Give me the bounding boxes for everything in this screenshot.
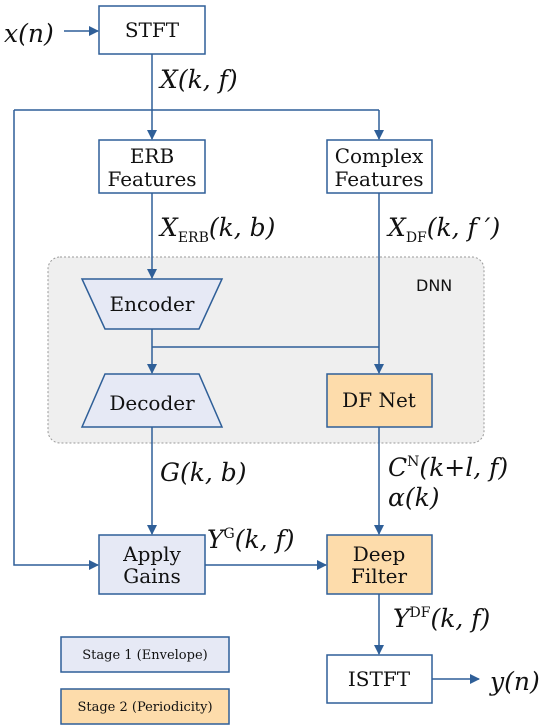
signal-alpha: α(k) xyxy=(388,483,440,512)
signal-gains: G(k, b) xyxy=(160,458,247,487)
decoder-block: Decoder xyxy=(80,373,224,428)
svg-text:Encoder: Encoder xyxy=(110,292,195,316)
istft-block: ISTFT xyxy=(326,654,433,704)
deepfilternet-diagram: DNN STFT ERB Features Complex Features E… xyxy=(4,5,540,725)
encoder-block: Encoder xyxy=(80,278,224,330)
signal-spectrum: X(k, f) xyxy=(158,65,238,94)
signal-coefs: CN(k+l, f) xyxy=(388,453,508,482)
svg-text:Apply: Apply xyxy=(122,542,181,566)
svg-text:DF Net: DF Net xyxy=(342,388,416,412)
complex-features-block: Complex Features xyxy=(326,139,433,194)
signal-x-erb: XERB(k, b) xyxy=(158,213,275,246)
stft-block: STFT xyxy=(98,5,206,55)
svg-text:Gains: Gains xyxy=(123,564,180,588)
svg-text:ISTFT: ISTFT xyxy=(348,667,411,691)
signal-x-df: XDF(k, f ′) xyxy=(386,213,500,246)
svg-text:Decoder: Decoder xyxy=(109,391,195,415)
svg-text:Stage 2 (Periodicity): Stage 2 (Periodicity) xyxy=(77,700,212,715)
signal-input: x(n) xyxy=(4,19,54,48)
legend-stage1: Stage 1 (Envelope) xyxy=(60,636,230,673)
svg-text:STFT: STFT xyxy=(125,18,180,42)
svg-text:ERB: ERB xyxy=(130,144,174,168)
svg-text:Complex: Complex xyxy=(335,144,424,168)
deep-filter-block: Deep Filter xyxy=(326,534,433,595)
signal-output: y(n) xyxy=(489,667,540,696)
svg-text:Stage 1 (Envelope): Stage 1 (Envelope) xyxy=(82,648,207,663)
apply-gains-block: Apply Gains xyxy=(98,534,206,595)
svg-text:Deep: Deep xyxy=(353,542,406,566)
svg-text:Features: Features xyxy=(107,167,196,191)
signal-y-g: YG(k, f) xyxy=(207,525,295,554)
legend-stage2: Stage 2 (Periodicity) xyxy=(60,688,230,725)
svg-text:Features: Features xyxy=(334,167,423,191)
svg-text:Filter: Filter xyxy=(351,564,408,588)
dnn-label: DNN xyxy=(416,276,452,295)
erb-features-block: ERB Features xyxy=(98,139,206,194)
df-net-block: DF Net xyxy=(326,373,433,428)
signal-y-df: YDF(k, f) xyxy=(393,604,490,633)
